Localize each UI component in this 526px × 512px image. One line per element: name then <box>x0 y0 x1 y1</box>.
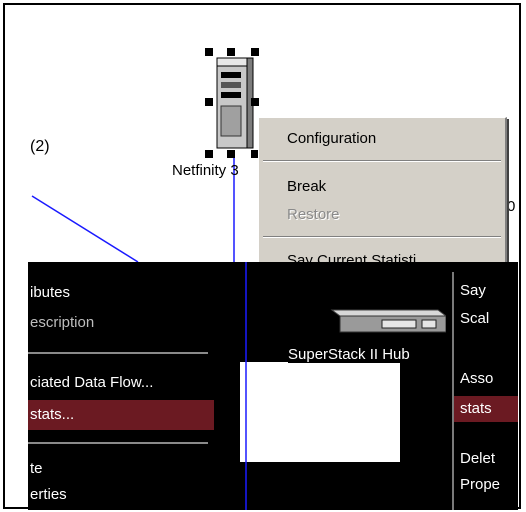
right-menu-item-properties[interactable]: Prope <box>460 476 500 493</box>
link-left-node[interactable] <box>31 195 139 263</box>
left-menu-item-attributes[interactable]: ibutes <box>28 278 214 308</box>
right-menu-item-associated[interactable]: Asso <box>460 370 493 387</box>
right-menu-item-stats[interactable]: stats <box>454 396 518 422</box>
edge-fragment-label: 0 <box>507 198 516 215</box>
hub-area: SuperStack II Hub <box>240 262 450 510</box>
menu-item-restore: Restore <box>287 206 340 223</box>
left-menu-item-description[interactable]: escription <box>28 308 214 338</box>
selection-handle-sw[interactable] <box>205 150 213 158</box>
glitch-overlay-region: ibutes escription ciated Data Flow... st… <box>28 262 518 510</box>
right-menu-item-scale[interactable]: Scal <box>460 310 489 327</box>
right-context-menu: Say Scal Asso stats Delet Prope <box>452 272 518 510</box>
selection-handle-ne[interactable] <box>251 48 259 56</box>
menu-item-break[interactable]: Break <box>287 178 326 195</box>
left-menu-item-stats[interactable]: stats... <box>28 400 214 430</box>
menu-separator <box>263 160 501 162</box>
selection-handle-s[interactable] <box>227 150 235 158</box>
context-menu: Configuration Break Restore Say Current … <box>258 117 507 270</box>
selection-handle-e[interactable] <box>251 98 259 106</box>
left-context-menu: ibutes escription ciated Data Flow... st… <box>28 272 214 510</box>
selection-handle-w[interactable] <box>205 98 213 106</box>
network-links-lower <box>245 262 247 510</box>
right-menu-item-delete[interactable]: Delet <box>460 450 495 467</box>
network-diagram-canvas[interactable]: (2) Netfinity 3 0 Configuration Break Re… <box>0 0 526 512</box>
left-menu-item-associated-data-flow[interactable]: ciated Data Flow... <box>28 368 214 398</box>
selection-handle-nw[interactable] <box>205 48 213 56</box>
selection-handle-n[interactable] <box>227 48 235 56</box>
right-menu-item-say[interactable]: Say <box>460 282 486 299</box>
server-tower-icon <box>216 57 254 149</box>
server-device[interactable] <box>205 48 259 158</box>
menu-separator <box>28 442 208 444</box>
left-menu-item-properties[interactable]: erties <box>28 480 214 510</box>
server-label: Netfinity 3 <box>172 162 239 179</box>
menu-item-configuration[interactable]: Configuration <box>287 130 376 147</box>
menu-separator <box>28 352 208 354</box>
node-count-label: (2) <box>30 138 50 155</box>
menu-separator <box>263 236 501 238</box>
